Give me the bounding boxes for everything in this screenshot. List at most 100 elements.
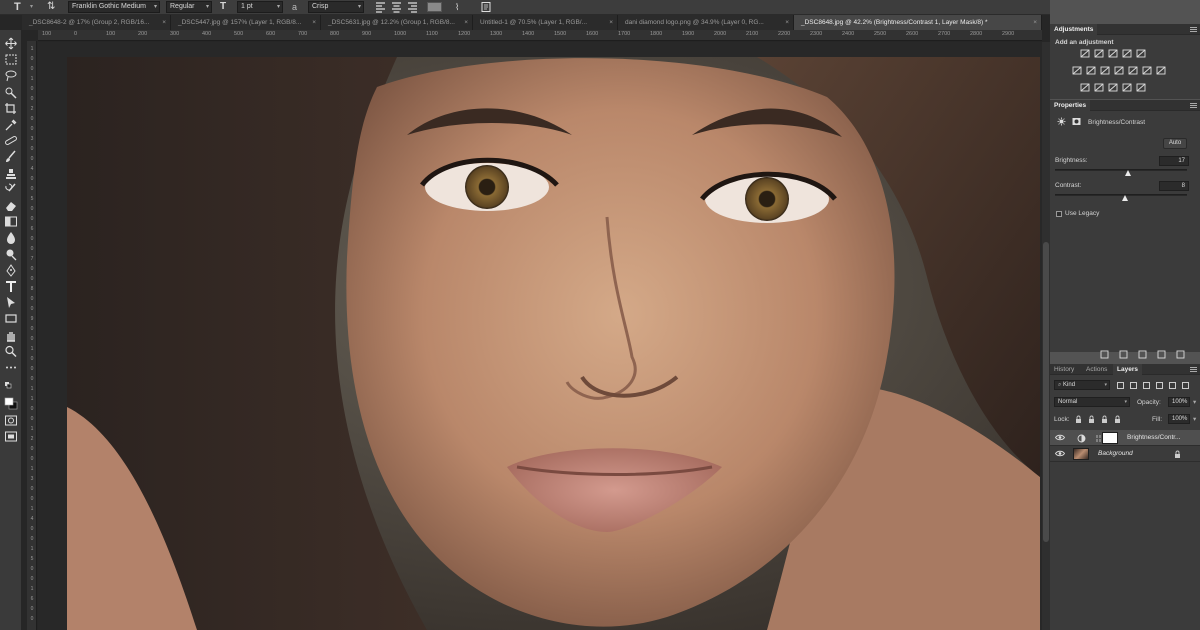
doc-tab[interactable]: dani diamond logo.png @ 34.9% (Layer 0, … [618,15,794,30]
type-tool-icon[interactable]: T [14,1,21,13]
align-center-icon[interactable] [390,1,403,13]
panel-menu-icon[interactable] [1190,367,1197,372]
tab-adjustments[interactable]: Adjustments [1050,24,1098,35]
filter-toggle-icon[interactable] [1181,381,1190,390]
layer-name[interactable]: Background [1098,450,1133,457]
smart-object-filter-icon[interactable] [1168,381,1177,390]
shape-filter-icon[interactable] [1155,381,1164,390]
adjustment-filter-icon[interactable] [1129,381,1138,390]
close-tab-icon[interactable]: × [162,15,166,30]
posterize-icon[interactable] [1094,83,1104,92]
brush-tool-icon[interactable] [4,150,18,163]
font-style-select[interactable]: Regular ▾ [166,1,212,13]
curves-icon[interactable] [1108,49,1118,58]
black-white-icon[interactable] [1114,66,1124,75]
delete-icon[interactable] [1176,350,1185,359]
color-lookup-icon[interactable] [1156,66,1166,75]
align-right-icon[interactable] [406,1,419,13]
visibility-eye-icon[interactable] [1054,449,1066,458]
layer-thumbnail[interactable] [1073,448,1089,460]
gradient-tool-icon[interactable] [4,215,18,228]
color-swatches-icon[interactable] [4,397,18,413]
threshold-icon[interactable] [1108,83,1118,92]
auto-button[interactable]: Auto [1163,138,1187,149]
use-legacy-checkbox[interactable] [1056,211,1062,217]
rectangle-tool-icon[interactable] [4,312,18,325]
layer-row[interactable]: Background [1050,446,1200,462]
doc-tab[interactable]: _DSC8648-2 @ 17% (Group 2, RGB/16... × [22,15,171,30]
type-filter-icon[interactable] [1142,381,1151,390]
levels-icon[interactable] [1094,49,1104,58]
font-size-select[interactable]: 1 pt ▾ [237,1,283,13]
opacity-field[interactable]: 100% [1168,397,1190,407]
color-balance-icon[interactable] [1100,66,1110,75]
doc-tab[interactable]: _DSC5447.jpg @ 157% (Layer 1, RGB/8... × [171,15,321,30]
lock-pixels-icon[interactable] [1074,415,1083,424]
exposure-icon[interactable] [1122,49,1132,58]
character-panel-icon[interactable] [480,1,493,13]
text-orientation-icon[interactable]: ⇅ [47,1,55,13]
reset-icon[interactable] [1138,350,1147,359]
brightness-slider-track[interactable] [1055,169,1187,171]
canvas-area[interactable] [38,42,1042,630]
vibrance-icon[interactable] [1072,66,1082,75]
selective-color-icon[interactable] [1122,83,1132,92]
layer-mask-thumbnail[interactable] [1102,432,1118,444]
clip-to-layer-icon[interactable] [1100,350,1109,359]
lock-all-icon[interactable] [1113,415,1122,424]
contrast-slider-thumb[interactable] [1121,195,1128,201]
visibility-icon[interactable] [1157,350,1166,359]
tab-layers[interactable]: Layers [1113,364,1142,375]
brightness-slider-thumb[interactable] [1124,170,1131,176]
align-left-icon[interactable] [374,1,387,13]
panel-menu-icon[interactable] [1190,27,1197,32]
pen-tool-icon[interactable] [4,263,18,277]
pixel-filter-icon[interactable] [1116,381,1125,390]
close-tab-icon[interactable]: × [312,15,316,30]
dodge-tool-icon[interactable] [4,248,18,261]
clone-stamp-tool-icon[interactable] [4,167,18,180]
healing-brush-tool-icon[interactable] [4,134,18,147]
panel-menu-icon[interactable] [1190,103,1197,108]
warp-text-icon[interactable]: ⌇ [455,1,459,13]
lock-position-icon[interactable] [1087,415,1096,424]
brightness-contrast-icon[interactable] [1080,49,1090,58]
visibility-eye-icon[interactable] [1054,433,1066,442]
tab-actions[interactable]: Actions [1082,364,1111,375]
screen-mode-icon[interactable] [4,430,18,443]
doc-tab-active[interactable]: _DSC8648.jpg @ 42.2% (Brightness/Contras… [794,15,1042,30]
view-previous-icon[interactable] [1119,350,1128,359]
history-brush-tool-icon[interactable] [4,183,18,196]
default-colors-icon[interactable] [4,381,18,394]
more-tools-icon[interactable] [4,361,18,374]
tab-properties[interactable]: Properties [1050,100,1091,111]
close-tab-icon[interactable]: × [464,15,468,30]
close-tab-icon[interactable]: × [609,15,613,30]
kind-filter-select[interactable]: ⌕ Kind ▾ [1054,380,1110,390]
blur-tool-icon[interactable] [4,231,18,245]
hue-saturation-icon[interactable] [1086,66,1096,75]
tool-preset-dropdown-icon[interactable]: ▾ [30,1,33,13]
layer-name[interactable]: Brightness/Contr... [1127,434,1180,441]
text-color-swatch[interactable] [427,2,442,12]
doc-tab[interactable]: _DSC5631.jpg @ 12.2% (Group 1, RGB/8... × [321,15,473,30]
eyedropper-tool-icon[interactable] [4,118,18,131]
gradient-map-icon[interactable] [1136,83,1146,92]
scrollbar-thumb[interactable] [1043,242,1049,542]
type-tool-icon[interactable] [4,280,18,293]
font-family-select[interactable]: Franklin Gothic Medium ▾ [68,1,160,13]
layer-mask-icon[interactable] [1072,117,1081,126]
close-tab-icon[interactable]: × [785,15,789,30]
quick-mask-icon[interactable] [4,414,18,427]
hand-tool-icon[interactable] [4,329,18,342]
blend-mode-select[interactable]: Normal ▾ [1054,397,1130,407]
brightness-value-field[interactable]: 17 [1159,156,1189,166]
opacity-dropdown-icon[interactable]: ▾ [1193,398,1196,406]
fill-dropdown-icon[interactable]: ▾ [1193,415,1196,423]
lasso-tool-icon[interactable] [4,69,18,82]
crop-tool-icon[interactable] [4,102,18,115]
lock-artboard-icon[interactable] [1100,415,1109,424]
fill-field[interactable]: 100% [1168,414,1190,424]
zoom-tool-icon[interactable] [4,345,18,358]
marquee-tool-icon[interactable] [4,53,18,66]
